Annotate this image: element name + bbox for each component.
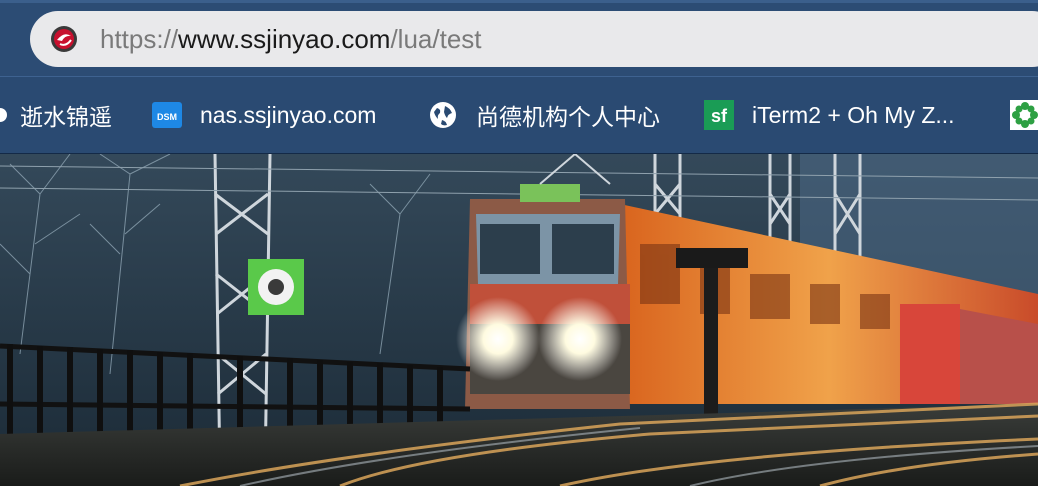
site-favicon-icon — [51, 26, 77, 52]
bookmarks-bar: 逝水锦遥 DSM nas.ssjinyao.com 尚德机构个人中心 sf iT… — [0, 76, 1038, 154]
bookmark-label: nas.ssjinyao.com — [200, 101, 377, 128]
green-flower-icon — [1010, 100, 1038, 130]
sf-icon: sf — [704, 100, 734, 130]
url-host: www.ssjinyao.com — [178, 24, 391, 54]
bookmark-item-1[interactable]: 逝水锦遥 — [0, 77, 112, 153]
bookmark-label: 尚德机构个人中心 — [476, 104, 660, 130]
partial-icon — [0, 108, 7, 122]
toolbar: https://www.ssjinyao.com/lua/test — [0, 0, 1038, 76]
bookmark-item-4[interactable]: sf iTerm2 + Oh My Z... — [704, 77, 955, 153]
dsm-icon: DSM — [152, 102, 182, 128]
bookmark-item-2[interactable]: DSM nas.ssjinyao.com — [152, 77, 376, 153]
svg-text:DSM: DSM — [157, 112, 177, 122]
bookmark-label: iTerm2 + Oh My Z... — [752, 101, 955, 128]
bookmark-label: 逝水锦遥 — [20, 104, 112, 130]
globe-icon — [430, 102, 456, 128]
url-scheme: https:// — [100, 24, 179, 54]
hero-image — [0, 154, 1038, 486]
url-path: /lua/test — [390, 24, 482, 54]
address-bar[interactable]: https://www.ssjinyao.com/lua/test — [30, 11, 1038, 67]
bookmark-item-5[interactable] — [1010, 77, 1038, 153]
svg-text:sf: sf — [711, 106, 728, 126]
url-text[interactable]: https://www.ssjinyao.com/lua/test — [100, 11, 482, 67]
bookmark-item-3[interactable]: 尚德机构个人中心 — [428, 77, 660, 153]
train-night-photo — [0, 154, 1038, 486]
